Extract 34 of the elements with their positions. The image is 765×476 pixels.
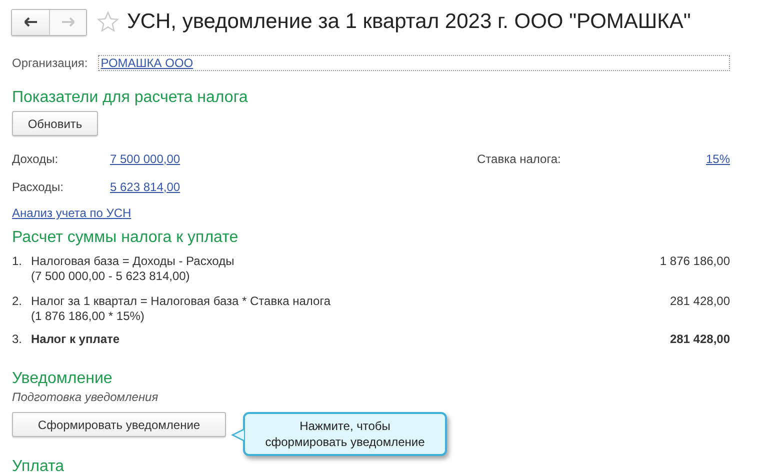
organization-link[interactable]: РОМАШКА ООО	[100, 56, 194, 70]
calculation-amount: 281 428,00	[670, 332, 730, 347]
star-icon[interactable]	[97, 11, 119, 33]
calculation-amount: 1 876 186,00	[660, 254, 730, 269]
organization-field[interactable]: РОМАШКА ООО	[98, 55, 730, 71]
income-label: Доходы:	[12, 152, 60, 166]
item-number: 2.	[12, 294, 24, 309]
refresh-button[interactable]: Обновить	[12, 111, 98, 136]
section-heading: Расчет суммы налога к уплате	[12, 229, 240, 247]
tooltip-pointer	[231, 428, 245, 442]
income-link[interactable]: 7 500 000,00	[110, 152, 180, 166]
left-arrow-icon	[24, 17, 38, 27]
right-arrow-icon	[61, 17, 75, 27]
item-number: 1.	[12, 254, 24, 269]
expenses-label: Расходы:	[12, 180, 65, 194]
back-button[interactable]	[12, 10, 49, 34]
expenses-link[interactable]: 5 623 814,00	[110, 180, 180, 194]
analysis-link[interactable]: Анализ учета по УСН	[12, 205, 132, 221]
calculation-label: Налог к уплате	[31, 332, 121, 347]
calculation-formula: (7 500 000,00 - 5 623 814,00)	[31, 269, 191, 284]
item-number: 3.	[12, 332, 24, 347]
section-heading: Уплата	[12, 458, 66, 476]
organization-label: Организация:	[12, 56, 88, 70]
window-title: УСН, уведомление за 1 квартал 2023 г. ООО "РОМАШКА"	[127, 10, 691, 34]
section-subtitle: Подготовка уведомления	[12, 390, 160, 404]
tax-rate-link[interactable]: 15%	[706, 152, 730, 166]
section-heading: Показатели для расчета налога	[12, 89, 249, 107]
tax-rate-label: Ставка налога:	[477, 152, 562, 166]
calculation-amount: 281 428,00	[670, 294, 730, 309]
section-heading: Уведомление	[12, 370, 114, 388]
calculation-label: Налоговая база = Доходы - Расходы	[31, 254, 236, 269]
calculation-formula: (1 876 186,00 * 15%)	[31, 309, 146, 324]
calculation-label: Налог за 1 квартал = Налоговая база * Ставка налога	[31, 294, 332, 309]
generate-notification-button[interactable]: Сформировать уведомление	[12, 412, 226, 437]
